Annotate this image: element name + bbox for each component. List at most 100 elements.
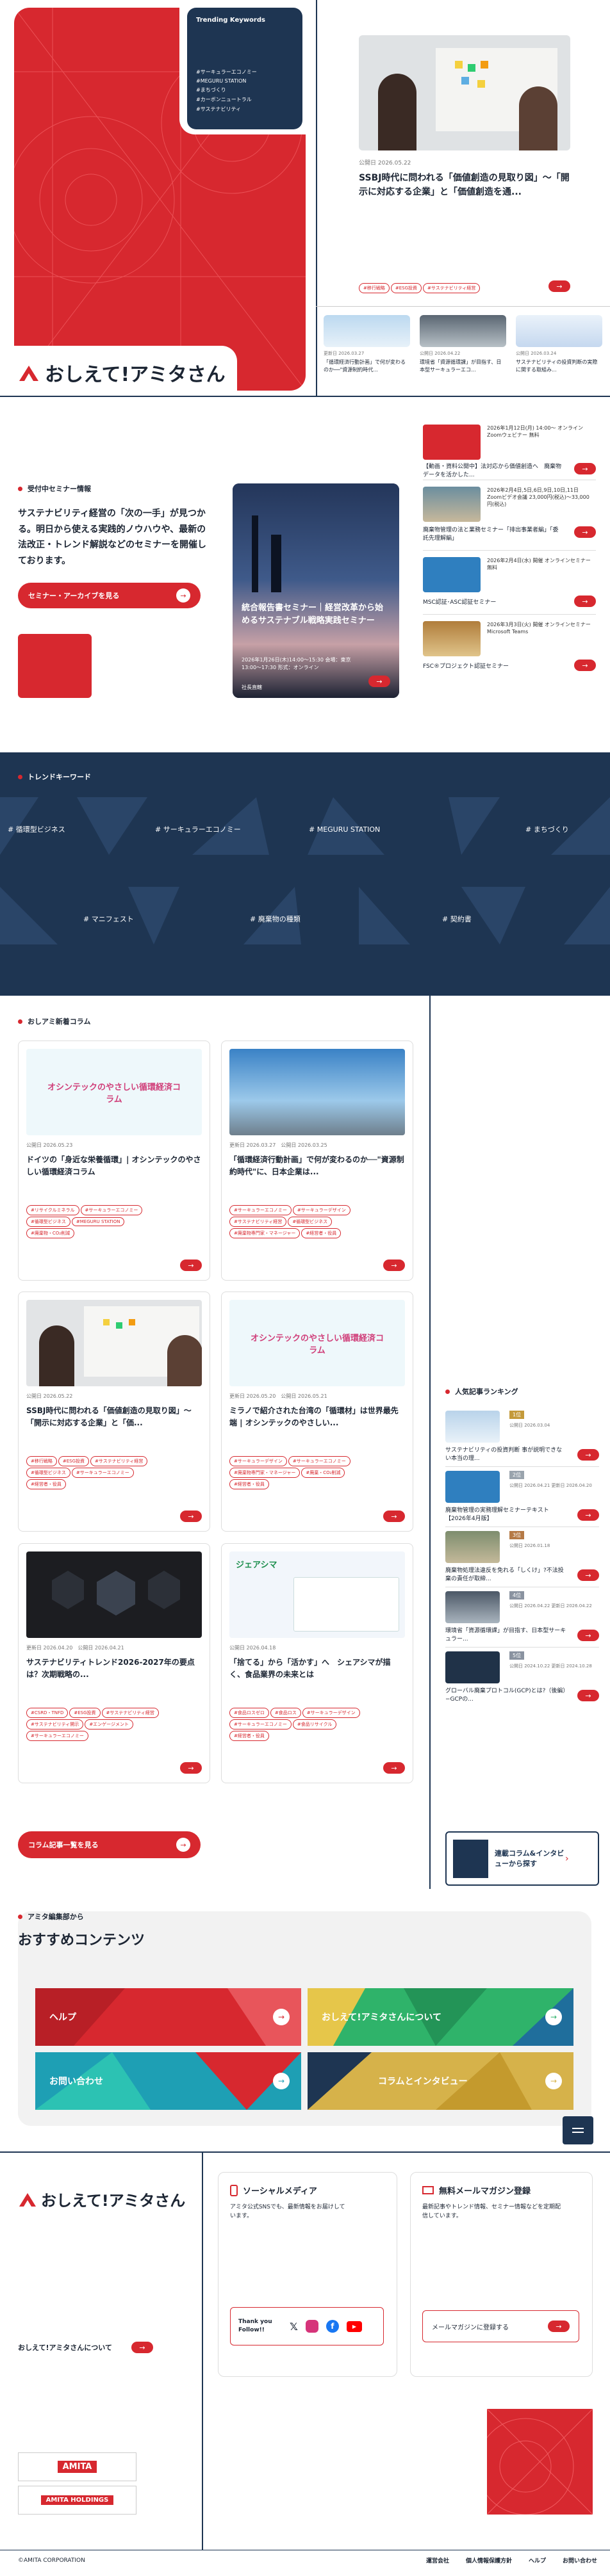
card-title[interactable]: 「循環経済行動計画」で何が変わるのか──"資源制約時代"に、日本企業は...	[229, 1154, 405, 1192]
column-card[interactable]: オシンテックのやさしい循環経済コラム 更新日 2026.05.20 公開日 20…	[221, 1292, 413, 1532]
tag[interactable]: #廃棄物・CO₂削減	[26, 1228, 75, 1238]
seminar-item-title[interactable]: MSC認証･ASC認証セミナー	[423, 599, 564, 607]
footer-link-privacy[interactable]: 個人情報保護方針	[466, 2556, 512, 2564]
seminar-item-title[interactable]: FSC®プロジェクト認証セミナー	[423, 663, 564, 671]
amita-holdings-logo[interactable]: AMITA HOLDINGS	[18, 2486, 136, 2515]
card-arrow-button[interactable]: →	[383, 1511, 405, 1522]
column-card[interactable]: オシンテックのやさしい循環経済コラム 公開日 2026.05.23 ドイツの「身…	[18, 1041, 210, 1281]
tag[interactable]: #サーキュラーデザイン	[302, 1708, 360, 1718]
trending-item[interactable]: #サーキュラーエコノミー	[196, 69, 293, 76]
footer-about-link[interactable]: おしえて!アミタさんについて →	[18, 2342, 153, 2353]
ranking-item[interactable]: 2位 公開日 2026.04.21 更新日 2026.04.20 廃棄物管理の実…	[445, 1471, 599, 1527]
ranking-title[interactable]: サステナビリティの投資判断 事が説明できない本当の理...	[445, 1446, 567, 1462]
x-icon[interactable]: 𝕏	[290, 2321, 298, 2333]
column-card[interactable]: 公開日 2026.05.22 SSBJ時代に問われる「価値創造の見取り図」〜「開…	[18, 1292, 210, 1532]
card-arrow-button[interactable]: →	[180, 1260, 202, 1271]
seminar-archive-button[interactable]: セミナー・アーカイブを見る →	[18, 583, 201, 608]
mini-article[interactable]: 公開日 2026.04.22 環境省「資源循環課」が目指す、日本型サーキュラーエ…	[420, 315, 506, 374]
seminar-card-arrow[interactable]: →	[368, 676, 390, 687]
tag[interactable]: #サーキュラーエコノミー	[71, 1468, 134, 1478]
tag[interactable]: #サステナビリティ開示	[26, 1719, 84, 1729]
seminar-card-title[interactable]: 統合報告書セミナー｜経営改革から始めるサステナブル戦略実践セミナー	[242, 602, 390, 628]
tag[interactable]: #食品リサイクル	[292, 1719, 337, 1729]
mini-title[interactable]: 環境省「資源循環課」が目指す、日本型サーキュラーエコ...	[420, 359, 506, 374]
column-card[interactable]: 更新日 2026.04.20 公開日 2026.04.21 サステナビリティトレ…	[18, 1543, 210, 1783]
ranking-title[interactable]: 環境省「資源循環課」が目指す、日本型サーキュラー...	[445, 1627, 567, 1643]
facebook-icon[interactable]: f	[326, 2320, 339, 2333]
ranking-arrow[interactable]: →	[577, 1569, 599, 1581]
youtube-icon[interactable]: ▶	[346, 2321, 362, 2332]
tag[interactable]: #サーキュラーエコノミー	[229, 1719, 292, 1729]
tag[interactable]: #サステナビリティ経営	[90, 1456, 148, 1466]
ranking-arrow[interactable]: →	[577, 1690, 599, 1701]
seminar-list-item[interactable]: 2026年3月3日(火) 開催 オンラインセミナー Microsoft Team…	[423, 615, 596, 679]
feature-article[interactable]: 公開日 2026.05.22 SSBJ時代に問われる「価値創造の見取り図」〜「開…	[359, 35, 570, 298]
tag[interactable]: #移行戦略	[26, 1456, 57, 1466]
column-card[interactable]: ジェアシマ 公開日 2026.04.18 「捨てる」から「活かす」へ シェアシマ…	[221, 1543, 413, 1783]
seminar-item-title[interactable]: 【動画・資料公開中】法対応から価値創造へ 廃棄物データを活かした...	[423, 463, 564, 479]
tag[interactable]: #循環型ビジネス	[26, 1468, 70, 1478]
tag[interactable]: #食品ロスゼロ	[229, 1708, 269, 1718]
tag[interactable]: #サーキュラーエコノミー	[229, 1205, 292, 1215]
recommend-tile[interactable]: ヘルプ →	[35, 1988, 301, 2046]
tag[interactable]: #サステナビリティ経営	[423, 283, 481, 293]
tag[interactable]: #廃棄・CO₂削減	[301, 1468, 345, 1478]
column-more-button[interactable]: コラム記事一覧を見る →	[18, 1831, 201, 1858]
tag[interactable]: #ESG投資	[390, 283, 422, 293]
tag[interactable]: #CSRD・TNFD	[26, 1708, 69, 1718]
trending-item[interactable]: #カーボンニュートラル	[196, 96, 293, 103]
footer-link-help[interactable]: ヘルプ	[529, 2556, 546, 2564]
instagram-icon[interactable]	[305, 2320, 318, 2333]
ranking-item[interactable]: 4位 公開日 2026.04.22 更新日 2026.04.22 環境省「資源循…	[445, 1591, 599, 1648]
tag[interactable]: #ESG投資	[69, 1708, 101, 1718]
mini-article[interactable]: 公開日 2026.03.24 サステナビリティの投資判断の実際に関する取組み..…	[516, 315, 602, 374]
keyword-tile[interactable]: # 循環型ビジネス	[0, 800, 135, 858]
keyword-tile[interactable]: # マニフェスト	[83, 890, 224, 948]
seminar-list-item[interactable]: 2026年2月4日(水) 開催 オンラインセミナー 無料 MSC認証･ASC認証…	[423, 551, 596, 615]
tag[interactable]: #サステナビリティ経営	[229, 1217, 287, 1227]
trending-item[interactable]: #まちづくり	[196, 86, 293, 93]
mini-title[interactable]: サステナビリティの投資判断の実際に関する取組み...	[516, 359, 602, 374]
ranking-title[interactable]: グローバル廃棄プロトコル(GCP)とは?（後編）−GCPの...	[445, 1687, 567, 1703]
card-title[interactable]: サステナビリティトレンド2026-2027年の要点は？次期戦略の...	[26, 1657, 202, 1695]
mail-signup-button[interactable]: メールマガジンに登録する →	[422, 2310, 579, 2342]
keyword-tile[interactable]: # 廃棄物の種類	[250, 890, 391, 948]
tag[interactable]: #MEGURU STATION	[71, 1217, 125, 1226]
footer-link-company[interactable]: 運営会社	[426, 2556, 449, 2564]
tag[interactable]: #経営者・役員	[301, 1228, 342, 1238]
seminar-item-arrow[interactable]: →	[574, 660, 596, 671]
seminar-item-arrow[interactable]: →	[574, 595, 596, 607]
feature-title[interactable]: SSBJ時代に問われる「価値創造の見取り図」〜「開示に対応する企業」と「価値創造…	[359, 171, 570, 200]
trending-item[interactable]: #サステナビリティ	[196, 106, 293, 113]
seminar-item-arrow[interactable]: →	[574, 526, 596, 538]
footer-logo[interactable]: おしえて!アミタさん	[18, 2188, 185, 2210]
ranking-arrow[interactable]: →	[577, 1449, 599, 1461]
ranking-item[interactable]: 1位 公開日 2026.03.04 サステナビリティの投資判断 事が説明できない…	[445, 1411, 599, 1467]
card-title[interactable]: SSBJ時代に問われる「価値創造の見取り図」〜「開示に対応する企業」と「価...	[26, 1405, 202, 1443]
tag[interactable]: #移行戦略	[359, 283, 390, 293]
card-title[interactable]: 「捨てる」から「活かす」へ シェアシマが描く、食品業界の未来とは	[229, 1657, 405, 1695]
ranking-title[interactable]: 廃棄物管理の実務理解セミナーテキスト【2026年4月版】	[445, 1507, 567, 1523]
tag[interactable]: #サーキュラーデザイン	[229, 1456, 287, 1466]
ranking-arrow[interactable]: →	[577, 1509, 599, 1521]
recommend-tile[interactable]: お問い合わせ →	[35, 2052, 301, 2110]
recommend-tile[interactable]: おしえて!アミタさんについて →	[308, 1988, 573, 2046]
card-title[interactable]: ドイツの「身近な栄養循環」| オシンテックのやさしい循環経済コラム	[26, 1154, 202, 1192]
tag[interactable]: #サーキュラーエコノミー	[26, 1731, 88, 1741]
tag[interactable]: #サーキュラーエコノミー	[80, 1205, 143, 1215]
seminar-list-item[interactable]: 2026年2月4日,5日,6日,9日,10日,11日 Zoomビデオ会議 23,…	[423, 480, 596, 551]
tag[interactable]: #廃棄物専門家・マネージャー	[229, 1468, 301, 1478]
card-arrow-button[interactable]: →	[383, 1762, 405, 1774]
tag[interactable]: #サステナビリティ経営	[101, 1708, 159, 1718]
card-arrow-button[interactable]: →	[180, 1762, 202, 1774]
seminar-list-item[interactable]: 2026年1月12日(月) 14:00〜 オンライン Zoomウェビナー 無料 …	[423, 419, 596, 480]
keyword-tile[interactable]: # MEGURU STATION	[301, 800, 442, 858]
scroll-top-button[interactable]	[563, 2116, 593, 2144]
ranking-title[interactable]: 廃棄物処理法違反を免れる「しくけ」?不法投棄の責任が取締...	[445, 1567, 567, 1583]
tag[interactable]: #循環型ビジネス	[288, 1217, 333, 1227]
series-banner[interactable]: 連載コラム&インタビューから探す ›	[445, 1831, 599, 1886]
footer-link-contact[interactable]: お問い合わせ	[563, 2556, 597, 2564]
site-logo[interactable]: おしえて!アミタさん	[18, 359, 226, 387]
tag[interactable]: #リサイクルミネラル	[26, 1205, 79, 1215]
keyword-tile[interactable]: # サーキュラーエコノミー	[147, 800, 282, 858]
